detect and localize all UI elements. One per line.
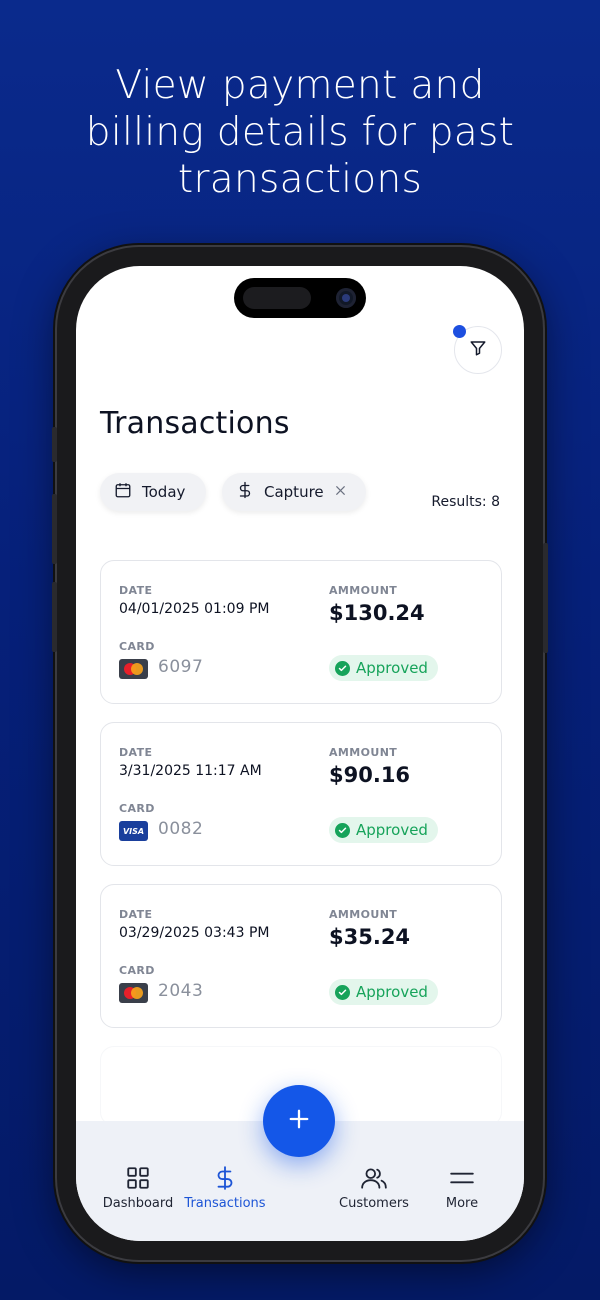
transaction-date: 04/01/2025 01:09 PM	[119, 601, 270, 617]
card-label: CARD	[119, 802, 155, 815]
grid-icon	[93, 1163, 183, 1193]
status-text: Approved	[356, 821, 428, 839]
transaction-date: 03/29/2025 03:43 PM	[119, 925, 270, 941]
headline-line-2: billing details for past	[85, 110, 515, 155]
status-text: Approved	[356, 983, 428, 1001]
nav-more-label: More	[445, 1196, 479, 1211]
dollar-icon	[236, 481, 254, 503]
filter-chip-capture[interactable]: Capture	[222, 473, 366, 511]
close-icon[interactable]	[334, 483, 347, 501]
add-button[interactable]	[263, 1085, 335, 1157]
filter-chip-today-label: Today	[142, 483, 186, 501]
status-badge: Approved	[329, 817, 438, 843]
filter-active-indicator	[453, 325, 466, 338]
camera-icon	[336, 288, 356, 308]
calendar-icon	[114, 481, 132, 503]
volume-down-button	[52, 582, 57, 652]
card-last-digits: 6097	[158, 657, 204, 677]
headline-line-3: transactions	[177, 157, 423, 202]
nav-dashboard[interactable]: Dashboard	[93, 1163, 183, 1211]
status-badge: Approved	[329, 655, 438, 681]
card-last-digits: 2043	[158, 981, 204, 1001]
plus-icon	[288, 1108, 310, 1134]
nav-transactions-label: Transactions	[184, 1196, 266, 1211]
amount-label: AMMOUNT	[329, 908, 398, 921]
status-badge: Approved	[329, 979, 438, 1005]
transaction-card[interactable]: DATE 3/31/2025 11:17 AM AMMOUNT $90.16 C…	[100, 722, 502, 866]
headline-line-1: View payment and	[115, 63, 485, 108]
dollar-icon	[180, 1163, 270, 1193]
transaction-card[interactable]: DATE 04/01/2025 01:09 PM AMMOUNT $130.24…	[100, 560, 502, 704]
headline: View payment and billing details for pas…	[0, 62, 600, 203]
menu-icon	[417, 1163, 507, 1193]
card-label: CARD	[119, 964, 155, 977]
check-circle-icon	[335, 822, 350, 838]
dynamic-island	[234, 278, 366, 318]
nav-customers-label: Customers	[339, 1196, 409, 1211]
date-label: DATE	[119, 908, 153, 921]
results-count: Results: 8	[431, 494, 500, 510]
card-last-digits: 0082	[158, 819, 204, 839]
transaction-amount: $35.24	[329, 925, 411, 949]
transaction-date: 3/31/2025 11:17 AM	[119, 763, 262, 779]
amount-label: AMMOUNT	[329, 584, 398, 597]
nav-transactions[interactable]: Transactions	[180, 1163, 270, 1211]
filter-chip-today[interactable]: Today	[100, 473, 206, 511]
volume-up-button	[52, 494, 57, 564]
filter-chip-capture-label: Capture	[264, 483, 324, 501]
card-label: CARD	[119, 640, 155, 653]
power-button	[543, 543, 548, 653]
mastercard-icon	[119, 659, 148, 679]
check-circle-icon	[335, 660, 350, 676]
mastercard-icon	[119, 983, 148, 1003]
check-circle-icon	[335, 984, 350, 1000]
amount-label: AMMOUNT	[329, 746, 398, 759]
transaction-card[interactable]: DATE 03/29/2025 03:43 PM AMMOUNT $35.24 …	[100, 884, 502, 1028]
status-text: Approved	[356, 659, 428, 677]
page-title: Transactions	[100, 406, 290, 441]
date-label: DATE	[119, 584, 153, 597]
users-icon	[329, 1163, 419, 1193]
transaction-amount: $130.24	[329, 601, 425, 625]
nav-customers[interactable]: Customers	[329, 1163, 419, 1211]
transaction-amount: $90.16	[329, 763, 411, 787]
action-button	[52, 427, 57, 462]
nav-dashboard-label: Dashboard	[102, 1196, 174, 1211]
app-screen: Transactions Today Capture Results: 8 DA…	[76, 266, 524, 1241]
filter-icon	[469, 339, 487, 361]
visa-icon: VISA	[119, 821, 148, 841]
nav-more[interactable]: More	[417, 1163, 507, 1211]
date-label: DATE	[119, 746, 153, 759]
